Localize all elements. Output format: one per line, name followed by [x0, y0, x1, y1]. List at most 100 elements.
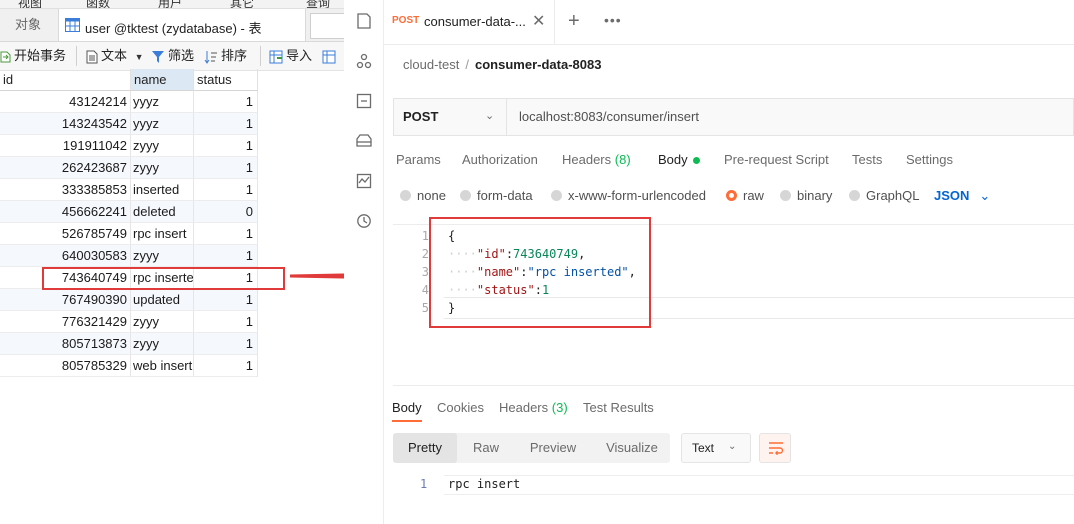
tab-settings[interactable]: Settings — [906, 152, 953, 172]
body-type-raw[interactable]: raw — [726, 188, 764, 206]
export-button[interactable] — [322, 47, 339, 65]
tab-overflow[interactable] — [310, 13, 344, 39]
close-icon[interactable]: ✕ — [532, 11, 545, 31]
cell-name[interactable]: web insert — [131, 355, 194, 377]
cell-status[interactable]: 1 — [194, 311, 258, 333]
text-view-button[interactable]: 文本 ▼ — [86, 47, 144, 65]
cell-name[interactable]: yyyz — [131, 91, 194, 113]
view-preview-button[interactable]: Preview — [520, 433, 586, 463]
cell-name[interactable]: zyyy — [131, 157, 194, 179]
cell-status[interactable]: 1 — [194, 355, 258, 377]
response-tab-body[interactable]: Body — [392, 400, 422, 415]
tab-pre-request-script[interactable]: Pre-request Script — [724, 152, 829, 172]
response-tab-cookies[interactable]: Cookies — [437, 400, 484, 415]
cell-id[interactable]: 805713873 — [0, 333, 131, 355]
cell-name[interactable]: zyyy — [131, 333, 194, 355]
apis-icon[interactable] — [356, 53, 372, 69]
method-select[interactable]: POST ⌄ — [393, 98, 507, 136]
tab-body[interactable]: Body — [658, 152, 700, 172]
collections-icon[interactable] — [356, 13, 372, 29]
cell-id[interactable]: 262423687 — [0, 157, 131, 179]
cell-status[interactable]: 1 — [194, 289, 258, 311]
column-header-name[interactable]: name — [131, 69, 194, 91]
breadcrumb-request[interactable]: consumer-data-8083 — [475, 57, 601, 72]
table-row[interactable]: 805785329 web insert 1 — [0, 355, 258, 377]
cell-status[interactable]: 1 — [194, 179, 258, 201]
body-type-form-data[interactable]: form-data — [460, 188, 533, 206]
cell-id[interactable]: 776321429 — [0, 311, 131, 333]
tab-authorization[interactable]: Authorization — [462, 152, 538, 172]
language-select[interactable]: JSON ⌄ — [934, 188, 990, 206]
view-pretty-button[interactable]: Pretty — [393, 433, 457, 463]
column-header-status[interactable]: status — [194, 69, 258, 91]
cell-name[interactable]: updated — [131, 289, 194, 311]
response-tab-test-results[interactable]: Test Results — [583, 400, 654, 415]
more-options-icon[interactable]: ••• — [604, 12, 622, 28]
body-type-binary[interactable]: binary — [780, 188, 832, 206]
menu-functions[interactable]: 函数 — [86, 0, 110, 8]
table-row[interactable]: 456662241 deleted 0 — [0, 201, 258, 223]
cell-id[interactable]: 333385853 — [0, 179, 131, 201]
cell-status[interactable]: 1 — [194, 157, 258, 179]
cell-id[interactable]: 191911042 — [0, 135, 131, 157]
table-row[interactable]: 805713873 zyyy 1 — [0, 333, 258, 355]
cell-id[interactable]: 43124214 — [0, 91, 131, 113]
table-row[interactable]: 640030583 zyyy 1 — [0, 245, 258, 267]
cell-name[interactable]: inserted — [131, 179, 194, 201]
view-visualize-button[interactable]: Visualize — [596, 433, 668, 463]
cell-id[interactable]: 805785329 — [0, 355, 131, 377]
import-button[interactable]: 导入 — [269, 47, 312, 65]
cell-id[interactable]: 767490390 — [0, 289, 131, 311]
table-row[interactable]: 43124214 yyyz 1 — [0, 91, 258, 113]
table-row[interactable]: 333385853 inserted 1 — [0, 179, 258, 201]
table-row[interactable]: 262423687 zyyy 1 — [0, 157, 258, 179]
history-icon[interactable] — [356, 213, 372, 229]
cell-status[interactable]: 0 — [194, 201, 258, 223]
menu-other[interactable]: 其它 — [230, 0, 254, 8]
menu-users[interactable]: 用户 — [158, 0, 182, 8]
tab-objects[interactable]: 对象 — [0, 9, 56, 41]
table-row[interactable]: 191911042 zyyy 1 — [0, 135, 258, 157]
tab-headers[interactable]: Headers (8) — [562, 152, 631, 172]
cell-status[interactable]: 1 — [194, 245, 258, 267]
filter-button[interactable]: 筛选 — [151, 47, 194, 65]
body-type-none[interactable]: none — [400, 188, 446, 206]
body-type-graphql[interactable]: GraphQL — [849, 188, 919, 206]
request-tab[interactable]: POST consumer-data-... ✕ — [384, 0, 555, 44]
monitors-icon[interactable] — [356, 173, 372, 189]
wrap-lines-button[interactable] — [759, 433, 791, 463]
menu-query[interactable]: 查询 — [306, 0, 330, 8]
environments-icon[interactable] — [356, 93, 372, 109]
menu-view[interactable]: 视图 — [18, 0, 42, 8]
response-format-select[interactable]: Text ⌄ — [681, 433, 751, 463]
column-header-id[interactable]: id — [0, 69, 131, 91]
table-row[interactable]: 143243542 yyyz 1 — [0, 113, 258, 135]
cell-status[interactable]: 1 — [194, 113, 258, 135]
cell-id[interactable]: 526785749 — [0, 223, 131, 245]
cell-status[interactable]: 1 — [194, 135, 258, 157]
tab-params[interactable]: Params — [396, 152, 441, 172]
cell-id[interactable]: 143243542 — [0, 113, 131, 135]
table-row[interactable]: 767490390 updated 1 — [0, 289, 258, 311]
table-row[interactable]: 526785749 rpc insert 1 — [0, 223, 258, 245]
mock-servers-icon[interactable] — [356, 133, 372, 149]
cell-name[interactable]: zyyy — [131, 245, 194, 267]
tab-tests[interactable]: Tests — [852, 152, 882, 172]
begin-transaction-button[interactable]: 开始事务 — [0, 47, 66, 65]
cell-name[interactable]: zyyy — [131, 135, 194, 157]
tab-user-table[interactable]: user @tktest (zydatabase) - 表 — [58, 9, 306, 41]
cell-name[interactable]: yyyz — [131, 113, 194, 135]
sort-button[interactable]: 排序 — [204, 47, 247, 65]
body-type-urlencoded[interactable]: x-www-form-urlencoded — [551, 188, 706, 206]
cell-id[interactable]: 456662241 — [0, 201, 131, 223]
cell-name[interactable]: deleted — [131, 201, 194, 223]
cell-status[interactable]: 1 — [194, 223, 258, 245]
table-row[interactable]: 776321429 zyyy 1 — [0, 311, 258, 333]
response-tab-headers[interactable]: Headers (3) — [499, 400, 568, 415]
new-tab-plus-icon[interactable]: + — [568, 10, 580, 33]
url-input[interactable]: localhost:8083/consumer/insert — [519, 109, 699, 124]
cell-id[interactable]: 640030583 — [0, 245, 131, 267]
view-raw-button[interactable]: Raw — [462, 433, 510, 463]
cell-status[interactable]: 1 — [194, 91, 258, 113]
cell-status[interactable]: 1 — [194, 333, 258, 355]
